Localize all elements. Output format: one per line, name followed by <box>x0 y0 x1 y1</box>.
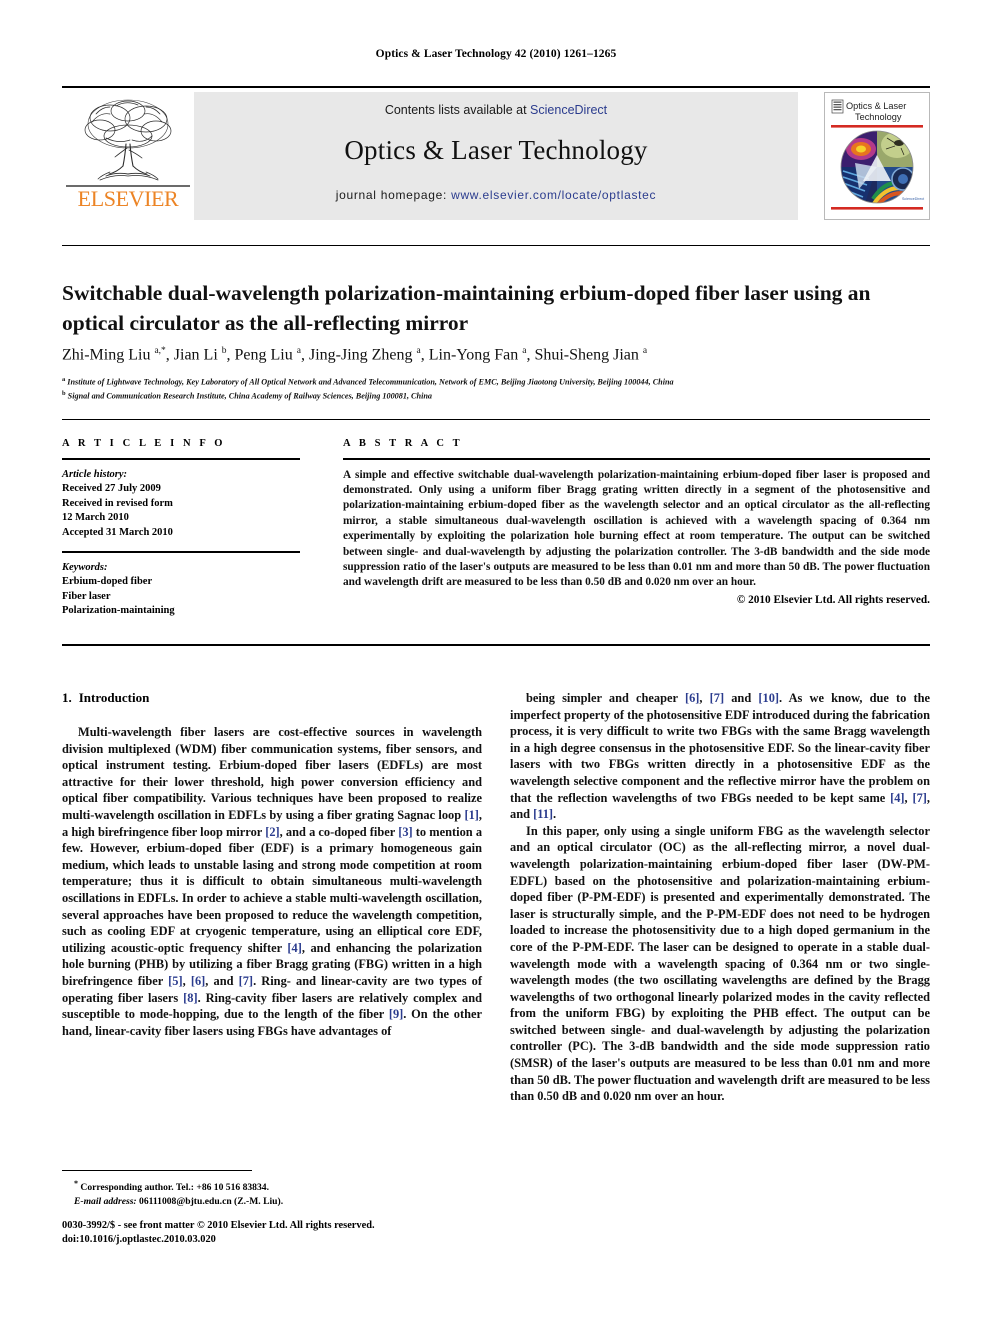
article-history-label: Article history: <box>62 468 128 480</box>
title-divider <box>62 245 930 246</box>
intro-paragraph-1: Multi-wavelength fiber lasers are cost-e… <box>62 725 483 1038</box>
email-note: E-mail address: 06111008@bjtu.edu.cn (Z.… <box>74 1195 284 1207</box>
history-line: Accepted 31 March 2010 <box>62 526 173 538</box>
elsevier-tree-icon <box>84 99 172 181</box>
article-info-heading: A R T I C L E I N F O <box>62 438 226 449</box>
info-divider-top <box>62 419 930 420</box>
imprint-block: 0030-3992/$ - see front matter © 2010 El… <box>62 1219 532 1247</box>
affiliations: a Institute of Lightwave Technology, Key… <box>62 374 942 402</box>
abstract-copyright: © 2010 Elsevier Ltd. All rights reserved… <box>736 593 930 606</box>
svg-text:ScienceDirect: ScienceDirect <box>902 197 924 201</box>
paper-page: Optics & Laser Technology 42 (2010) 1261… <box>0 0 992 1323</box>
svg-text:Optics & Laser: Optics & Laser <box>846 101 906 111</box>
banner-center-panel: Contents lists available at ScienceDirec… <box>194 92 798 220</box>
sciencedirect-link[interactable]: ScienceDirect <box>530 103 607 117</box>
journal-title: Optics & Laser Technology <box>344 135 648 165</box>
keywords-rule <box>62 551 300 553</box>
journal-homepage-link[interactable]: www.elsevier.com/locate/optlastec <box>451 188 656 202</box>
svg-text:Technology: Technology <box>855 112 902 122</box>
article-title: Switchable dual-wavelength polarization-… <box>62 281 871 336</box>
affiliation-a: a Institute of Lightwave Technology, Key… <box>62 376 674 387</box>
body-column-right: being simpler and cheaper [6], [7] and [… <box>510 690 930 1105</box>
article-info-rule <box>62 458 300 460</box>
abstract-text: A simple and effective switchable dual-w… <box>343 468 930 589</box>
issn-line: 0030-3992/$ - see front matter © 2010 El… <box>62 1220 375 1231</box>
footnote-block: * Corresponding author. Tel.: +86 10 516… <box>62 1177 492 1208</box>
abstract-column: A B S T R A C T A simple and effective s… <box>343 438 930 608</box>
contents-prefix: Contents lists available at <box>384 103 531 117</box>
cover-art-icon: Optics & Laser Technology ScienceDirect <box>825 93 929 219</box>
abstract-rule <box>343 458 930 460</box>
history-line: 12 March 2010 <box>62 512 129 524</box>
doi-line: doi:10.1016/j.optlastec.2010.03.020 <box>62 1234 216 1245</box>
abstract-heading: A B S T R A C T <box>343 438 463 449</box>
homepage-prefix: journal homepage: <box>335 188 452 202</box>
body-column-left: 1. Introduction Multi-wavelength fiber la… <box>62 690 482 1039</box>
intro-paragraph-3: In this paper, only using a single unifo… <box>510 823 930 1104</box>
keyword-item: Polarization-maintaining <box>62 605 175 617</box>
running-head: Optics & Laser Technology 42 (2010) 1261… <box>375 48 617 60</box>
journal-cover-thumbnail: Optics & Laser Technology ScienceDirect <box>824 92 930 220</box>
author-list: Zhi-Ming Liu a,*, Jian Li b, Peng Liu a,… <box>62 346 648 364</box>
journal-homepage-line: journal homepage: www.elsevier.com/locat… <box>194 188 798 202</box>
section-number: 1. <box>62 690 72 705</box>
affiliation-b: b Signal and Communication Research Inst… <box>62 390 432 401</box>
history-line: Received in revised form <box>62 497 173 509</box>
keywords-label: Keywords: <box>62 561 108 573</box>
info-divider-bottom <box>62 644 930 646</box>
keyword-item: Fiber laser <box>62 590 111 602</box>
elsevier-logo: ELSEVIER <box>62 92 194 220</box>
article-info-column: A R T I C L E I N F O Article history: R… <box>62 438 300 619</box>
corresponding-author-note: * Corresponding author. Tel.: +86 10 516… <box>74 1179 269 1194</box>
section-heading-introduction: 1. Introduction <box>62 690 482 706</box>
journal-banner: ELSEVIER Contents lists available at Sci… <box>62 86 930 220</box>
history-line: Received 27 July 2009 <box>62 483 161 495</box>
footnote-divider <box>62 1170 252 1171</box>
contents-available-line: Contents lists available at ScienceDirec… <box>194 103 798 117</box>
keyword-item: Erbium-doped fiber <box>62 576 153 588</box>
intro-paragraph-2: being simpler and cheaper [6], [7] and [… <box>510 691 930 822</box>
section-title: Introduction <box>78 690 150 705</box>
elsevier-wordmark: ELSEVIER <box>77 186 179 211</box>
